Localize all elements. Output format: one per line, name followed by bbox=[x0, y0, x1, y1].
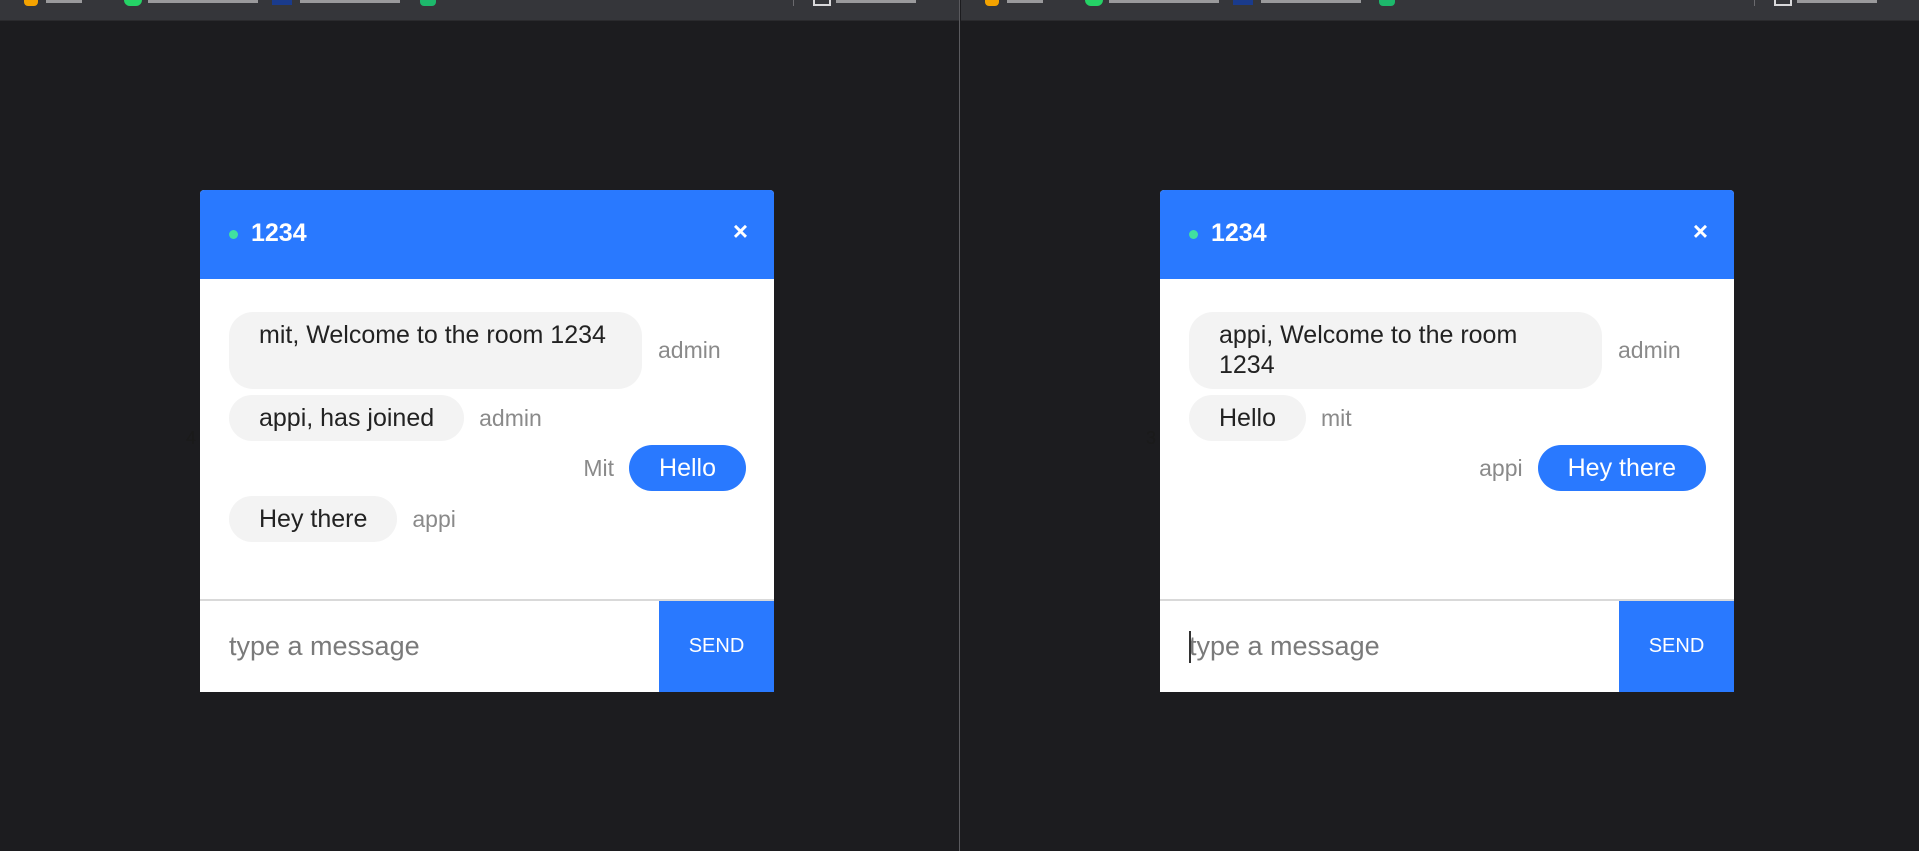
room-title: 1234 bbox=[251, 219, 307, 247]
message-item: Hey there appi bbox=[229, 496, 456, 542]
bookmarks-separator bbox=[1754, 0, 1755, 6]
chat-window: 1234 × mit, Welcome to the room 1234 adm… bbox=[200, 190, 774, 692]
chat-header: 1234 × bbox=[1160, 190, 1734, 279]
bookmark-icon[interactable] bbox=[1233, 0, 1253, 5]
background-glyph: 3 bbox=[1146, 428, 1157, 448]
message-item: Mit Hello bbox=[583, 445, 746, 491]
bookmark-label[interactable] bbox=[1261, 0, 1361, 3]
reading-list-icon[interactable] bbox=[1774, 0, 1792, 6]
message-list: mit, Welcome to the room 1234 admin appi… bbox=[200, 279, 774, 601]
message-list: appi, Welcome to the room 1234 admin Hel… bbox=[1160, 279, 1734, 601]
apps-icon[interactable] bbox=[24, 0, 38, 6]
message-bubble: appi, Welcome to the room 1234 bbox=[1189, 312, 1602, 389]
message-sender: appi bbox=[412, 505, 456, 532]
message-item: mit, Welcome to the room 1234 admin bbox=[229, 312, 721, 389]
send-button[interactable]: SEND bbox=[1619, 601, 1734, 692]
whatsapp-icon[interactable] bbox=[1085, 0, 1103, 6]
reading-list-label[interactable] bbox=[836, 0, 916, 3]
online-status-icon bbox=[229, 230, 238, 239]
message-item: appi, has joined admin bbox=[229, 395, 542, 441]
bookmarks-bar bbox=[0, 0, 959, 21]
message-sender: mit bbox=[1320, 404, 1352, 431]
message-sender: Mit bbox=[583, 454, 615, 481]
chat-window: 1234 × appi, Welcome to the room 1234 ad… bbox=[1160, 190, 1734, 692]
message-sender: admin bbox=[1618, 337, 1681, 363]
left-browser-pane: 4 1234 × mit, Welcome to the room 1234 a… bbox=[0, 0, 960, 851]
bookmark-icon[interactable] bbox=[420, 0, 436, 6]
close-icon[interactable]: × bbox=[1693, 218, 1708, 244]
bookmark-icon[interactable] bbox=[1379, 0, 1395, 6]
apps-icon[interactable] bbox=[985, 0, 999, 6]
bookmark-label[interactable] bbox=[46, 0, 82, 3]
bookmarks-separator bbox=[793, 0, 794, 6]
reading-list-icon[interactable] bbox=[813, 0, 831, 6]
close-icon[interactable]: × bbox=[733, 218, 748, 244]
message-bubble: appi, has joined bbox=[229, 395, 465, 441]
bookmark-label[interactable] bbox=[1109, 0, 1219, 3]
message-composer: SEND bbox=[1160, 601, 1734, 692]
bookmark-label[interactable] bbox=[148, 0, 258, 3]
bookmarks-bar bbox=[961, 0, 1919, 21]
chat-header: 1234 × bbox=[200, 190, 774, 279]
message-bubble: Hey there bbox=[229, 496, 398, 542]
bookmark-label[interactable] bbox=[300, 0, 400, 3]
send-button[interactable]: SEND bbox=[659, 601, 774, 692]
message-bubble: mit, Welcome to the room 1234 bbox=[229, 312, 642, 389]
message-sender: appi bbox=[1479, 454, 1523, 481]
message-sender: admin bbox=[479, 404, 542, 431]
message-bubble: Hey there bbox=[1537, 445, 1706, 491]
message-input[interactable] bbox=[1160, 601, 1619, 692]
message-bubble: Hello bbox=[629, 445, 746, 491]
background-glyph: 4 bbox=[186, 428, 197, 448]
bookmark-icon[interactable] bbox=[272, 0, 292, 5]
message-bubble: Hello bbox=[1189, 395, 1306, 441]
bookmark-label[interactable] bbox=[1007, 0, 1043, 3]
message-composer: SEND bbox=[200, 601, 774, 692]
online-status-icon bbox=[1189, 230, 1198, 239]
message-sender: admin bbox=[658, 337, 721, 363]
message-input[interactable] bbox=[200, 601, 659, 692]
right-browser-pane: 3 1234 × appi, Welcome to the room 1234 … bbox=[961, 0, 1919, 851]
reading-list-label[interactable] bbox=[1797, 0, 1877, 3]
message-item: Hello mit bbox=[1189, 395, 1352, 441]
whatsapp-icon[interactable] bbox=[124, 0, 142, 6]
message-item: appi Hey there bbox=[1479, 445, 1706, 491]
text-caret bbox=[1189, 631, 1191, 663]
message-item: appi, Welcome to the room 1234 admin bbox=[1189, 312, 1681, 389]
room-title: 1234 bbox=[1211, 219, 1267, 247]
